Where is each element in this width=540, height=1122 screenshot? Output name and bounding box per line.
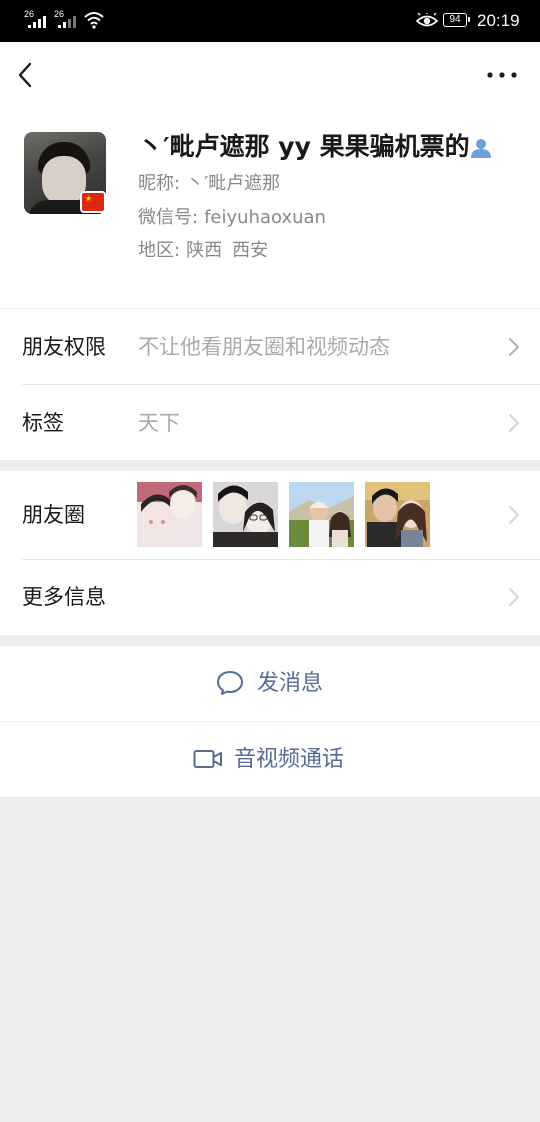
send-message-button[interactable]: 发消息 (0, 646, 540, 721)
wechat-id-line: 微信号: feiyuhaoxuan (138, 206, 326, 230)
friend-permissions-row[interactable]: 朋友权限 不让他看朋友圈和视频动态 (0, 309, 540, 385)
contact-person-icon (471, 139, 491, 158)
battery-icon: 94 (443, 13, 470, 27)
nickname-label: 昵称: (138, 173, 181, 194)
wechat-id-label: 微信号: (138, 207, 199, 228)
chat-bubble-icon (217, 671, 243, 695)
region-line: 地区: 陕西 西安 (138, 239, 268, 263)
chevron-right-icon (509, 588, 519, 606)
settings-section: 朋友权限 不让他看朋友圈和视频动态 标签 天下 (0, 309, 540, 460)
video-call-button[interactable]: 音视频通话 (0, 722, 540, 797)
nickname-value: 丶′毗卢遮那 (186, 173, 281, 194)
more-info-row[interactable]: 更多信息 (0, 559, 540, 635)
wechat-id-value: feiyuhaoxuan (204, 207, 326, 228)
status-time: 20:19 (477, 11, 520, 30)
friend-permissions-label: 朋友权限 (22, 335, 106, 359)
china-flag-icon: ★ (80, 191, 106, 213)
wifi-icon (84, 12, 104, 29)
region-city: 西安 (232, 240, 269, 261)
more-dots-icon[interactable] (484, 67, 520, 83)
chevron-left-icon[interactable] (14, 61, 40, 89)
profile-name: 丶′毗卢遮那 yy 果果骗机票的 (138, 132, 470, 161)
status-bar: 26 26 94 20:19 (0, 0, 540, 42)
more-info-label: 更多信息 (22, 585, 106, 609)
moments-photo (289, 482, 354, 547)
send-message-label: 发消息 (257, 671, 324, 696)
chevron-right-icon (509, 414, 519, 432)
friend-permissions-value: 不让他看朋友圈和视频动态 (138, 335, 390, 359)
tags-row[interactable]: 标签 天下 (0, 385, 540, 461)
moments-photo (365, 482, 430, 547)
chevron-right-icon (509, 506, 519, 524)
nickname-line: 昵称: 丶′毗卢遮那 (138, 172, 280, 196)
region-label: 地区: (138, 240, 181, 261)
top-nav (0, 42, 540, 108)
chevron-right-icon (509, 338, 519, 356)
profile-header: ★ 丶′毗卢遮那 yy 果果骗机票的 昵称: 丶′毗卢遮那 微信号: feiyuha… (0, 108, 540, 308)
video-camera-icon (193, 750, 222, 768)
moments-row[interactable]: 朋友圈 (0, 471, 540, 559)
tags-label: 标签 (22, 411, 64, 435)
moments-photo (137, 482, 202, 547)
moments-photo (213, 482, 278, 547)
tags-value: 天下 (138, 411, 180, 435)
region-province: 陕西 (186, 240, 223, 261)
moments-label: 朋友圈 (22, 503, 85, 527)
video-call-label: 音视频通话 (234, 747, 345, 772)
moments-section: 朋友圈 更多信息 (0, 471, 540, 635)
eye-comfort-icon (416, 13, 438, 27)
